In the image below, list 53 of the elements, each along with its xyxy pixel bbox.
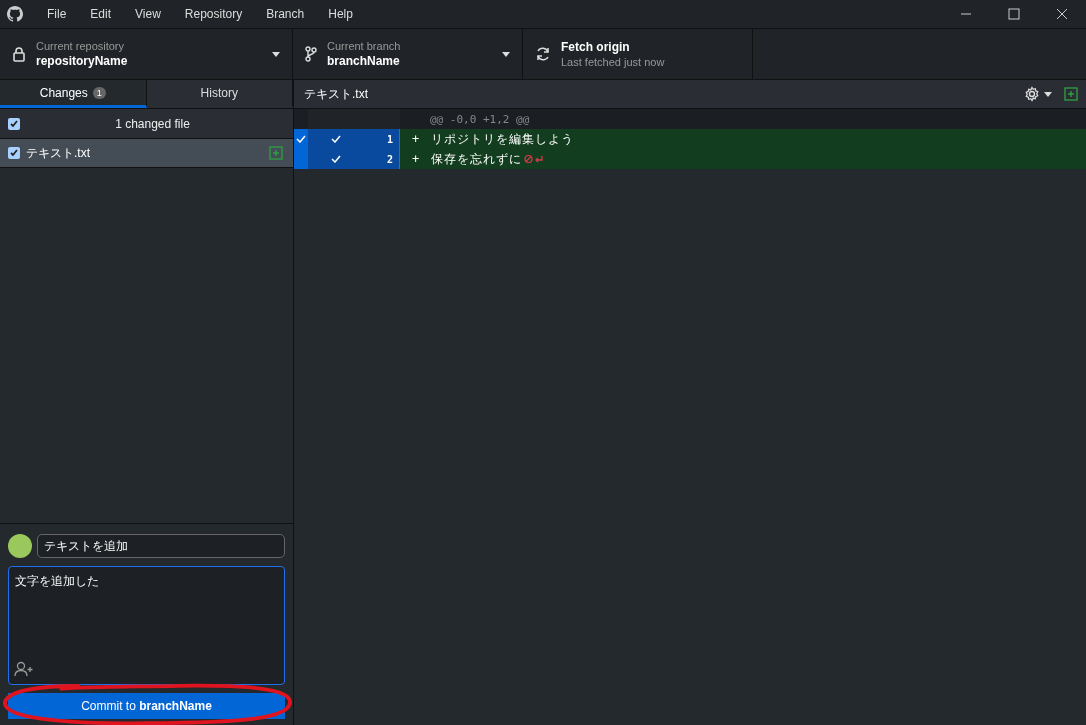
menu-item[interactable]: Edit bbox=[78, 7, 124, 21]
menu-item[interactable]: File bbox=[35, 7, 79, 21]
code-line: リポジトリを編集しよう bbox=[431, 130, 575, 148]
tab[interactable]: History bbox=[146, 80, 293, 108]
checkbox[interactable] bbox=[8, 147, 20, 159]
diff-marker: + bbox=[412, 132, 420, 146]
lock-icon bbox=[12, 46, 26, 62]
branch-name: branchName bbox=[327, 54, 401, 68]
count-badge: 1 bbox=[92, 86, 106, 99]
fetch-status: Last fetched just now bbox=[561, 56, 666, 68]
sync-icon bbox=[535, 46, 551, 62]
check-icon bbox=[331, 155, 341, 163]
description-text: 文字を追加した bbox=[15, 574, 99, 588]
repository-selector[interactable]: Current repository repositoryName bbox=[0, 29, 293, 79]
commit-button[interactable]: Commit to branchName bbox=[8, 693, 285, 719]
code-line: 保存を忘れずに bbox=[431, 150, 523, 168]
checkbox[interactable] bbox=[8, 117, 20, 130]
branch-selector[interactable]: Current branch branchName bbox=[293, 29, 523, 79]
line-number: 2 bbox=[364, 149, 400, 169]
fetch-title: Fetch origin bbox=[561, 40, 631, 54]
menu-item[interactable]: Branch bbox=[254, 7, 317, 21]
check-icon bbox=[331, 135, 341, 143]
repository-label: Current repository bbox=[36, 40, 126, 52]
menu-item[interactable]: Help bbox=[316, 7, 365, 21]
file-row[interactable]: テキスト.txt bbox=[0, 139, 293, 168]
close-icon[interactable] bbox=[1056, 8, 1068, 20]
branch-label: Current branch bbox=[327, 40, 402, 52]
tab[interactable]: Changes 1 bbox=[0, 80, 147, 108]
line-select-gutter[interactable] bbox=[294, 129, 308, 149]
caret-icon bbox=[502, 51, 510, 57]
caret-icon bbox=[272, 51, 280, 57]
description-field[interactable]: 文字を追加した bbox=[8, 566, 285, 685]
caret-icon[interactable] bbox=[1044, 91, 1052, 97]
summary-field[interactable]: テキストを追加 bbox=[37, 534, 285, 558]
added-file-icon bbox=[1064, 87, 1078, 101]
menu-item[interactable]: View bbox=[123, 7, 173, 21]
diff-file-name: テキスト.txt bbox=[304, 85, 368, 103]
menu-item[interactable]: Repository bbox=[172, 7, 255, 21]
diff-marker: + bbox=[412, 152, 420, 166]
fetch-button[interactable]: Fetch origin Last fetched just now bbox=[523, 29, 753, 79]
add-person-icon[interactable] bbox=[14, 661, 34, 677]
branch-icon bbox=[305, 46, 317, 62]
repository-name: repositoryName bbox=[36, 54, 129, 68]
maximize-icon[interactable] bbox=[1008, 8, 1020, 20]
github-logo-icon bbox=[7, 6, 23, 22]
added-file-icon bbox=[269, 146, 283, 160]
avatar bbox=[8, 534, 32, 558]
check-icon bbox=[296, 135, 306, 143]
line-number: 1 bbox=[364, 129, 400, 149]
changed-file-count: 1 changed file bbox=[114, 116, 191, 131]
hunk-header: @@ -0,0 +1,2 @@ bbox=[430, 112, 530, 126]
file-name: テキスト.txt bbox=[26, 144, 91, 162]
settings-icon[interactable] bbox=[1024, 86, 1040, 102]
